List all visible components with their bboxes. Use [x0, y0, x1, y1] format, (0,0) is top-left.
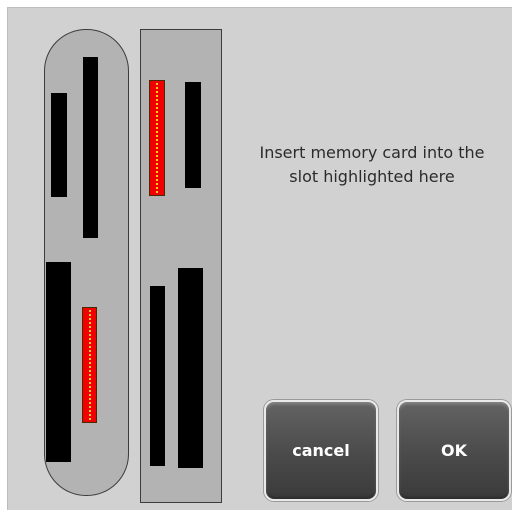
instruction-line-2: slot highlighted here	[289, 167, 455, 186]
card-slot-highlighted	[149, 80, 165, 196]
card-slot	[51, 93, 67, 197]
card-slot-highlighted	[82, 307, 97, 423]
instruction-text: Insert memory card into the slot highlig…	[237, 141, 507, 189]
cancel-button-label: cancel	[292, 441, 350, 460]
memory-card-dialog: Insert memory card into the slot highlig…	[7, 7, 512, 510]
card-slot	[83, 57, 98, 238]
card-slot	[46, 262, 71, 462]
cancel-button[interactable]: cancel	[264, 400, 378, 501]
card-slot	[178, 268, 203, 468]
ok-button[interactable]: OK	[397, 400, 511, 501]
card-slot	[150, 286, 165, 466]
instruction-line-1: Insert memory card into the	[259, 143, 485, 162]
ok-button-label: OK	[441, 441, 467, 460]
card-slot	[185, 82, 201, 188]
